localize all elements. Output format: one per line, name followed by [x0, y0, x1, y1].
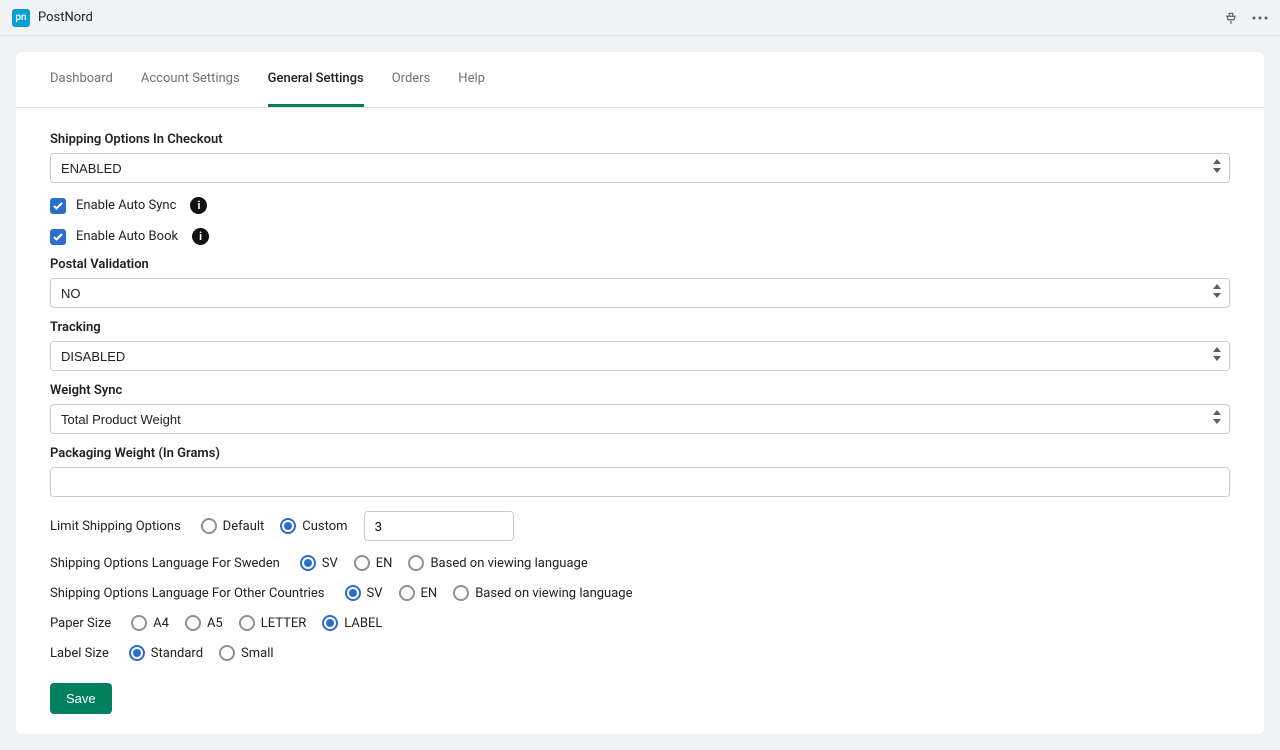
limit-custom-radio[interactable]: Custom	[280, 518, 347, 534]
lang-other-en-radio[interactable]: EN	[399, 585, 438, 601]
auto-book-checkbox[interactable]	[50, 229, 66, 245]
shipping-options-label: Shipping Options In Checkout	[50, 132, 1230, 147]
label-small-radio[interactable]: Small	[219, 645, 274, 661]
lang-other-label: Shipping Options Language For Other Coun…	[50, 586, 325, 601]
tab-account-settings[interactable]: Account Settings	[141, 52, 240, 107]
lang-other-viewing-radio[interactable]: Based on viewing language	[453, 585, 632, 601]
paper-a5-radio[interactable]: A5	[185, 615, 223, 631]
tabs: Dashboard Account Settings General Setti…	[16, 52, 1264, 108]
app-logo-icon: pn	[12, 9, 30, 27]
topbar: pn PostNord	[0, 0, 1280, 36]
paper-a4-radio[interactable]: A4	[131, 615, 169, 631]
limit-shipping-label: Limit Shipping Options	[50, 519, 181, 534]
lang-sweden-label: Shipping Options Language For Sweden	[50, 556, 280, 571]
shipping-options-select[interactable]: ENABLED	[50, 153, 1230, 183]
label-standard-radio[interactable]: Standard	[129, 645, 203, 661]
pin-icon[interactable]	[1224, 11, 1238, 25]
lang-se-viewing-radio[interactable]: Based on viewing language	[408, 555, 587, 571]
tracking-select[interactable]: DISABLED	[50, 341, 1230, 371]
limit-default-radio[interactable]: Default	[201, 518, 265, 534]
auto-sync-checkbox[interactable]	[50, 198, 66, 214]
app-title: PostNord	[38, 10, 93, 25]
limit-number-input[interactable]: ▲ ▼	[364, 511, 514, 541]
tab-help[interactable]: Help	[458, 52, 485, 107]
info-icon[interactable]: i	[190, 197, 207, 214]
paper-letter-radio[interactable]: LETTER	[239, 615, 307, 631]
lang-se-en-radio[interactable]: EN	[354, 555, 393, 571]
tracking-label: Tracking	[50, 320, 1230, 335]
paper-size-label: Paper Size	[50, 616, 111, 631]
auto-book-label: Enable Auto Book	[76, 229, 178, 244]
packaging-weight-input[interactable]	[50, 467, 1230, 497]
auto-sync-label: Enable Auto Sync	[76, 198, 176, 213]
weight-sync-select[interactable]: Total Product Weight	[50, 404, 1230, 434]
save-button[interactable]: Save	[50, 683, 112, 714]
info-icon[interactable]: i	[192, 228, 209, 245]
lang-other-sv-radio[interactable]: SV	[345, 585, 383, 601]
lang-se-sv-radio[interactable]: SV	[300, 555, 338, 571]
packaging-weight-label: Packaging Weight (In Grams)	[50, 446, 1230, 461]
postal-validation-select[interactable]: NO	[50, 278, 1230, 308]
tab-dashboard[interactable]: Dashboard	[50, 52, 113, 107]
tab-orders[interactable]: Orders	[392, 52, 431, 107]
label-size-label: Label Size	[50, 646, 109, 661]
weight-sync-label: Weight Sync	[50, 383, 1230, 398]
postal-validation-label: Postal Validation	[50, 257, 1230, 272]
page-card: Dashboard Account Settings General Setti…	[16, 52, 1264, 734]
tab-general-settings[interactable]: General Settings	[268, 52, 364, 107]
more-icon[interactable]	[1252, 16, 1268, 20]
paper-label-radio[interactable]: LABEL	[322, 615, 382, 631]
